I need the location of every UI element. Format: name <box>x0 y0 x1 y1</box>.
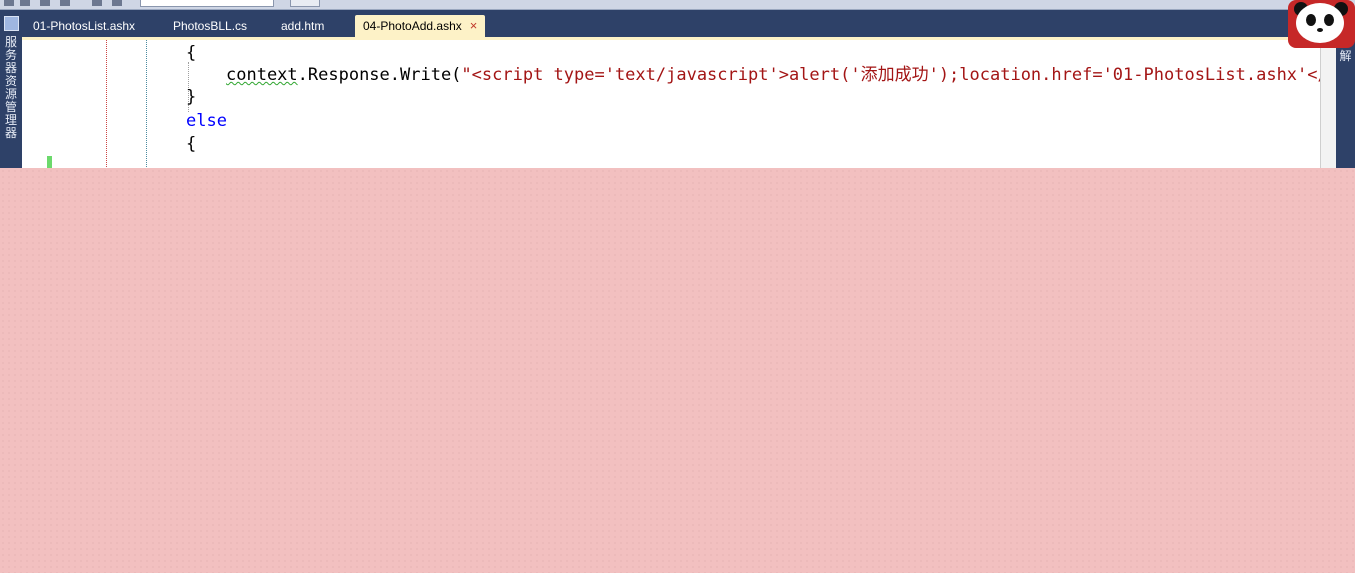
server-explorer-tab[interactable]: 服务器资源管理器 <box>3 36 19 140</box>
code-token: } <box>186 87 197 107</box>
code-keyword: else <box>186 111 227 131</box>
tab-label: add.htm <box>281 19 325 33</box>
code-line-4: else <box>186 110 227 132</box>
code-editor[interactable]: { context.Response.Write("<script type='… <box>22 40 1320 176</box>
code-line-1: { <box>186 42 196 64</box>
tab-label: 04-PhotoAdd.ashx <box>363 19 462 33</box>
panda-avatar[interactable] <box>1288 0 1355 48</box>
tab-photosbll[interactable]: PhotosBLL.cs <box>165 15 255 37</box>
tab-label: PhotosBLL.cs <box>173 19 248 33</box>
panda-nose <box>1317 28 1323 32</box>
code-line-3: } <box>186 86 196 108</box>
code-token: { <box>186 43 197 63</box>
code-token: .Response.Write( <box>297 65 462 85</box>
tab-add-htm[interactable]: add.htm <box>273 15 332 37</box>
server-explorer-icon[interactable] <box>4 16 19 31</box>
document-tab-strip: 01-PhotosList.ashx PhotosBLL.cs add.htm … <box>22 10 1320 38</box>
panda-eye <box>1324 14 1334 26</box>
indent-guide <box>146 40 147 175</box>
toolbar-dropdown[interactable] <box>290 0 320 7</box>
solution-explorer-tab[interactable]: 解 <box>1338 50 1353 63</box>
left-sidebar: 服务器资源管理器 工 <box>0 10 22 183</box>
panda-face <box>1296 3 1344 43</box>
code-string: "<script type='text/javascript'>alert('添… <box>461 65 1320 85</box>
toolbar-button-icon[interactable] <box>112 0 122 6</box>
toolbar-button-icon[interactable] <box>20 0 30 6</box>
toolbar-combo[interactable] <box>140 0 274 7</box>
toolbar-button-icon[interactable] <box>60 0 70 6</box>
panda-eye <box>1306 14 1316 26</box>
toolbar <box>0 0 1355 10</box>
tab-label: 01-PhotosList.ashx <box>33 19 136 33</box>
toolbar-button-icon[interactable] <box>4 0 14 6</box>
toolbar-button-icon[interactable] <box>40 0 50 6</box>
pink-overlay <box>0 168 1355 573</box>
tab-close-icon[interactable]: × <box>470 18 478 33</box>
code-token: { <box>186 134 197 154</box>
code-line-5: { <box>186 133 196 155</box>
toolbar-button-icon[interactable] <box>92 0 102 6</box>
code-line-2: context.Response.Write("<script type='te… <box>226 64 1320 86</box>
tab-01-photoslist[interactable]: 01-PhotosList.ashx <box>25 15 143 37</box>
code-token: context <box>226 65 298 85</box>
tab-04-photoadd[interactable]: 04-PhotoAdd.ashx × <box>355 15 486 37</box>
indent-guide <box>106 40 107 175</box>
